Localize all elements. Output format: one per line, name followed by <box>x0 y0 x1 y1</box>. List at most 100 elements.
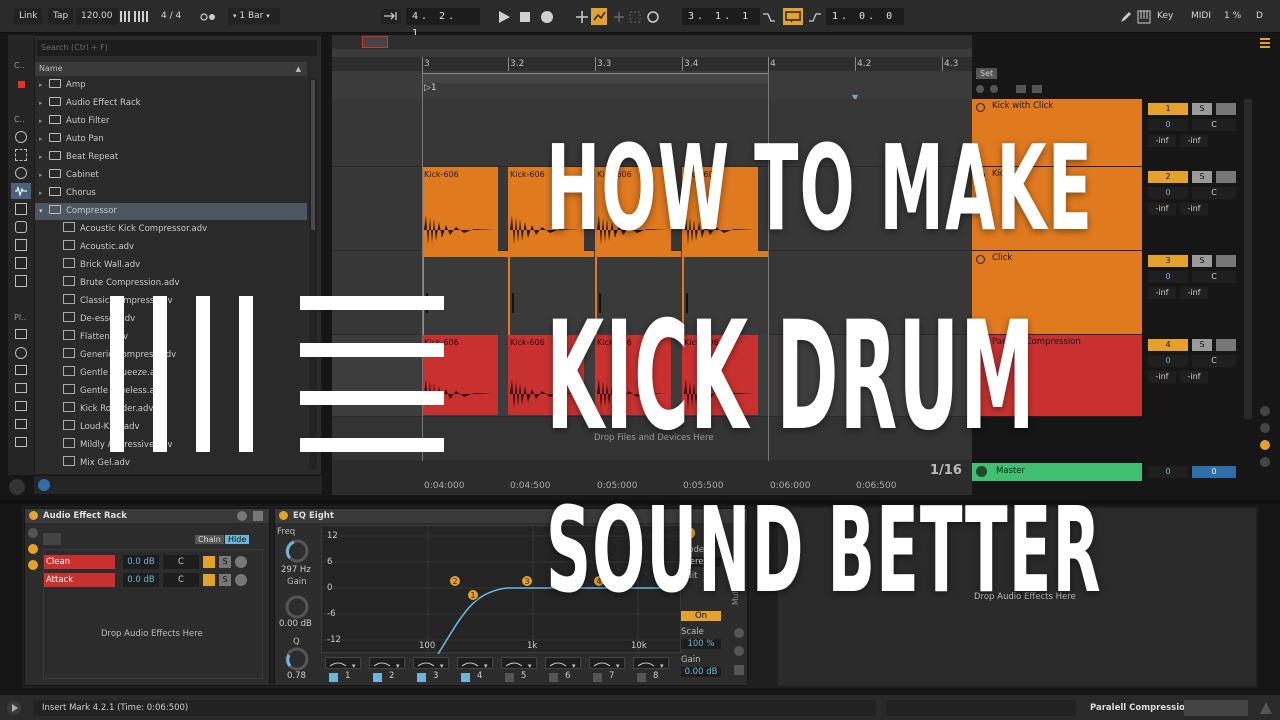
hot-swap-icon[interactable] <box>237 511 247 521</box>
band-on-toggle[interactable] <box>593 673 602 682</box>
q-knob[interactable] <box>285 647 309 671</box>
track-volume[interactable]: 0 <box>1148 119 1188 131</box>
folder-icon[interactable] <box>15 401 27 411</box>
hide-button[interactable]: Hide <box>225 535 250 544</box>
track-fold-icon[interactable] <box>976 103 985 112</box>
drums-icon[interactable] <box>15 149 27 161</box>
solo-button[interactable]: S <box>1192 171 1212 183</box>
rack-title[interactable]: Audio Effect Rack <box>25 509 269 523</box>
track-volume[interactable]: 0 <box>1148 271 1188 283</box>
filter-type-select[interactable]: ▾ <box>413 657 449 670</box>
song-position[interactable]: 4. 2. 1 <box>406 8 480 39</box>
play-toggle-icon[interactable] <box>6 700 22 716</box>
save-preset-icon[interactable] <box>253 511 263 521</box>
tap-button[interactable]: Tap <box>48 8 74 25</box>
browser-folder-row[interactable]: ▸ Audio Effect Rack <box>35 95 307 112</box>
track-activator[interactable]: 4 <box>1148 339 1188 351</box>
samples-icon[interactable] <box>15 275 27 287</box>
browser-folder-row[interactable]: ▸ Chorus <box>35 185 307 202</box>
folder-icon[interactable] <box>15 383 27 393</box>
browser-folder-row-selected[interactable]: ▾ Compressor <box>35 203 307 220</box>
track-activator[interactable]: 3 <box>1148 255 1188 267</box>
master-track-header[interactable]: Master <box>972 463 1142 481</box>
key-map-button[interactable]: Key <box>1152 8 1178 25</box>
band-on-toggle[interactable] <box>461 673 470 682</box>
arm-icon[interactable] <box>1216 339 1236 351</box>
loop-start[interactable]: 3. 1. 1 <box>682 8 760 25</box>
track-pan[interactable]: C <box>1192 355 1236 367</box>
filter-type-select[interactable]: ▾ <box>457 657 493 670</box>
browser-file-row[interactable]: Brick Wall.adv <box>35 257 307 274</box>
master-play-icon[interactable] <box>976 466 987 477</box>
locator-marker[interactable]: ▷1 <box>424 83 437 93</box>
track-activator[interactable]: 1 <box>1148 103 1188 115</box>
output-gain-value[interactable]: 0.00 dB <box>681 667 721 677</box>
chain-button[interactable]: Chain <box>195 535 224 544</box>
filter-type-select[interactable]: ▾ <box>633 657 669 670</box>
filter-type-select[interactable]: ▾ <box>325 657 361 670</box>
time-signature[interactable]: 4 / 4 <box>156 8 194 25</box>
audio-clip[interactable]: Kick-606 <box>422 167 498 251</box>
browser-column-header[interactable]: Name ▲ <box>35 62 307 76</box>
eq-band-node[interactable]: 1 <box>467 589 479 601</box>
eq-band-node[interactable]: 2 <box>449 575 461 587</box>
packs-icon[interactable] <box>15 329 27 339</box>
rack-expand-icon[interactable] <box>43 533 61 545</box>
preview-icon[interactable] <box>38 479 50 491</box>
loop-length[interactable]: 1. 0. 0 <box>826 8 904 25</box>
midi-map-button[interactable]: MIDI <box>1186 8 1216 25</box>
io-toggle-icons[interactable] <box>1258 404 1272 474</box>
side-icons[interactable] <box>733 627 745 677</box>
browser-file-row[interactable]: Acoustic Kick Compressor.adv <box>35 221 307 238</box>
max-for-live-icon[interactable] <box>15 221 27 233</box>
solo-button[interactable]: S <box>1192 103 1212 115</box>
arm-icon[interactable] <box>1216 103 1236 115</box>
track-volume[interactable]: 0 <box>1148 355 1188 367</box>
band-on-toggle[interactable] <box>329 673 338 682</box>
punch-out-icon[interactable] <box>808 10 822 24</box>
eq-band-node[interactable]: 3 <box>521 575 533 587</box>
instruments-icon[interactable] <box>15 167 27 179</box>
band-on-toggle[interactable] <box>505 673 514 682</box>
filter-type-select[interactable]: ▾ <box>589 657 625 670</box>
browser-folder-row[interactable]: ▸ Auto Pan <box>35 131 307 148</box>
device-on-icon[interactable] <box>29 511 38 520</box>
overview-strip[interactable] <box>332 35 972 49</box>
grid-zoom-label[interactable]: 1/16 <box>930 463 962 478</box>
scale-value[interactable]: 100 % <box>681 639 721 649</box>
play-icon[interactable] <box>497 10 511 24</box>
freq-value[interactable]: 297 Hz <box>281 565 311 575</box>
computer-keyboard-icon[interactable] <box>1137 10 1151 24</box>
solo-button[interactable]: S <box>1192 339 1212 351</box>
browser-folder-row[interactable]: ▸ Auto Filter <box>35 113 307 130</box>
help-toggle-icon[interactable] <box>8 478 26 496</box>
user-library-icon[interactable] <box>15 347 27 359</box>
current-project-icon[interactable] <box>15 365 27 375</box>
band-on-toggle[interactable] <box>417 673 426 682</box>
filter-type-select[interactable]: ▾ <box>545 657 581 670</box>
track-activator[interactable]: 2 <box>1148 171 1188 183</box>
metronome-bars-icon[interactable] <box>119 10 151 23</box>
gain-knob[interactable] <box>285 595 309 619</box>
browser-search-input[interactable]: Search (Ctrl + F) <box>37 40 317 56</box>
overview-window[interactable] <box>362 36 388 48</box>
automation-arm-icon[interactable] <box>591 8 607 25</box>
track-pan[interactable]: C <box>1192 119 1236 131</box>
rack-macro-icons[interactable] <box>27 527 39 587</box>
re-enable-automation-icon[interactable] <box>612 10 626 24</box>
mixer-scrollbar[interactable] <box>1244 99 1252 419</box>
loop-brace[interactable] <box>422 73 768 83</box>
draw-mode-icon[interactable] <box>1119 10 1133 24</box>
band-on-toggle[interactable] <box>637 673 646 682</box>
arm-icon[interactable] <box>1216 171 1236 183</box>
browser-folder-row[interactable]: ▸ Amp <box>35 77 307 94</box>
audio-effects-icon[interactable] <box>11 183 31 199</box>
set-button[interactable]: Set <box>976 68 998 79</box>
arm-icon[interactable] <box>1216 255 1236 267</box>
filter-type-select[interactable]: ▾ <box>369 657 405 670</box>
track-pan[interactable]: C <box>1192 187 1236 199</box>
band-on-toggle[interactable] <box>549 673 558 682</box>
punch-in-icon[interactable] <box>762 10 776 24</box>
device-expand-icon[interactable] <box>1258 700 1274 716</box>
tempo-field[interactable]: 120.00 <box>76 8 118 25</box>
